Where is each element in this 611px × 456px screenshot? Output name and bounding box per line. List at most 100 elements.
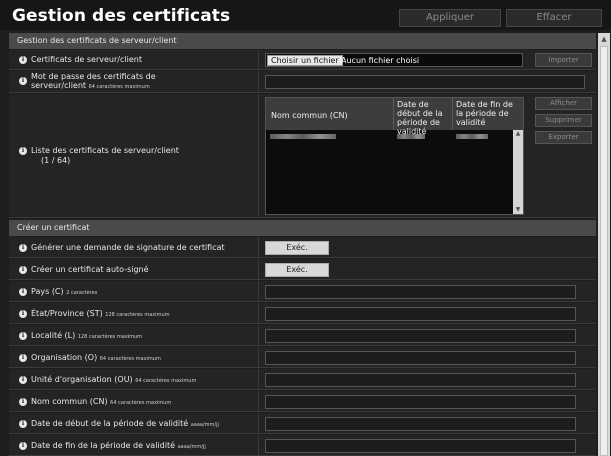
common-name-input[interactable]: [265, 395, 576, 409]
row-label-cell: i Organisation (O) 64 caractères maximum: [9, 347, 259, 367]
row-organization-unit: i Unité d'organisation (OU) 64 caractères…: [9, 369, 596, 390]
table-scrollbar[interactable]: ▲ ▼: [513, 130, 523, 214]
info-icon: i: [19, 419, 27, 428]
certificate-table: Nom commun (CN) Date de début de la péri…: [265, 97, 524, 215]
app-window: Gestion des certificats Appliquer Efface…: [0, 0, 611, 456]
apply-button[interactable]: Appliquer: [399, 9, 501, 27]
start-date-input[interactable]: [265, 417, 576, 431]
redacted-cn: [270, 134, 336, 139]
info-icon: i: [19, 287, 27, 296]
self-signed-label: Créer un certificat auto-signé: [31, 265, 149, 274]
redacted-end-date: [456, 134, 488, 139]
password-hint: 64 caractères maximum: [88, 84, 150, 90]
field-hint: 128 caractères maximum: [77, 334, 143, 340]
certificate-list-count: (1 / 64): [41, 156, 71, 165]
field-label: Date de fin de la période de validité: [31, 441, 176, 450]
page-title: Gestion des certificats: [12, 6, 231, 26]
certificates-label: Certificats de serveur/client: [31, 55, 142, 64]
field-label: Nom commun (CN): [31, 397, 108, 406]
field-hint: 64 caractères maximum: [110, 400, 172, 406]
field-label: Unité d'organisation (OU): [31, 375, 133, 384]
row-locality: i Localité (L) 128 caractères maximum: [9, 325, 596, 346]
field-hint: 2 caractères: [66, 290, 98, 296]
row-label-cell: i Mot de passe des certificats de serveu…: [9, 71, 259, 92]
password-input[interactable]: [265, 75, 585, 89]
row-label-cell: i État/Province (ST) 128 caractères maxim…: [9, 303, 259, 323]
row-label-cell: i Date de fin de la période de validité a…: [9, 435, 259, 455]
header-bar: Gestion des certificats Appliquer Efface…: [0, 0, 611, 30]
info-icon: i: [19, 441, 27, 450]
redacted-start-date: [397, 134, 425, 139]
certificate-list-label: Liste des certificats de serveur/client: [31, 146, 179, 155]
info-icon: i: [19, 243, 27, 252]
scroll-down-arrow-icon[interactable]: ▼: [513, 206, 523, 214]
row-country: i Pays (C) 2 caractères: [9, 281, 596, 302]
field-hint: aaaa/mm/jj: [177, 444, 206, 450]
row-label-cell: i Certificats de serveur/client: [9, 50, 259, 69]
import-button[interactable]: Importer: [535, 53, 592, 67]
self-signed-exec-button[interactable]: Exéc.: [265, 263, 329, 277]
row-common-name: i Nom commun (CN) 64 caractères maximum: [9, 391, 596, 412]
page-scrollbar[interactable]: ▲: [598, 33, 610, 456]
column-header-start-date[interactable]: Date de début de la période de validité: [394, 98, 453, 136]
export-button[interactable]: Exporter: [535, 131, 592, 144]
end-date-input[interactable]: [265, 439, 576, 453]
row-self-signed: i Créer un certificat auto-signé Exéc.: [9, 259, 596, 280]
clear-button[interactable]: Effacer: [506, 9, 602, 27]
scroll-up-arrow-icon[interactable]: ▲: [513, 130, 523, 138]
column-header-cn[interactable]: Nom commun (CN): [266, 98, 394, 130]
scrollbar-thumb[interactable]: [600, 46, 608, 456]
csr-label: Générer une demande de signature de cert…: [31, 243, 225, 252]
info-icon: i: [19, 309, 27, 318]
row-label-cell: i Liste des certificats de serveur/clien…: [9, 94, 259, 217]
section-header-create-certificate: Créer un certificat: [9, 220, 596, 236]
field-hint: 64 caractères maximum: [135, 378, 197, 384]
organization-unit-input[interactable]: [265, 373, 576, 387]
row-label-cell: i Date de début de la période de validité…: [9, 413, 259, 433]
column-header-end-date[interactable]: Date de fin de la période de validité: [453, 98, 523, 130]
field-hint: 64 caractères maximum: [99, 356, 161, 362]
section-header-server-client: Gestion des certificats de serveur/clien…: [9, 33, 596, 49]
row-end-date: i Date de fin de la période de validité a…: [9, 435, 596, 456]
row-password: i Mot de passe des certificats de serveu…: [9, 71, 596, 93]
row-label-cell: i Créer un certificat auto-signé: [9, 259, 259, 279]
csr-exec-button[interactable]: Exéc.: [265, 241, 329, 255]
field-hint: 128 caractères maximum: [105, 312, 170, 318]
table-row[interactable]: [266, 131, 512, 143]
field-label: Localité (L): [31, 331, 76, 340]
settings-panel: Gestion des certificats de serveur/clien…: [9, 33, 596, 456]
file-status-text: Aucun fichier choisi: [341, 56, 420, 65]
row-organization: i Organisation (O) 64 caractères maximum: [9, 347, 596, 368]
info-icon: i: [19, 147, 27, 155]
row-label-cell: i Unité d'organisation (OU) 64 caractères…: [9, 369, 259, 389]
choose-file-button[interactable]: Choisir un fichier: [267, 55, 343, 66]
row-state: i État/Province (ST) 128 caractères maxim…: [9, 303, 596, 324]
file-chooser[interactable]: Choisir un fichier Aucun fichier choisi: [265, 53, 523, 67]
info-icon: i: [19, 265, 27, 274]
country-input[interactable]: [265, 285, 576, 299]
field-label: Organisation (O): [31, 353, 98, 362]
field-label: État/Province (ST): [31, 309, 103, 318]
row-label-cell: i Générer une demande de signature de cer…: [9, 237, 259, 257]
password-label-line2: serveur/client: [31, 81, 87, 90]
scroll-up-arrow-icon[interactable]: ▲: [598, 33, 610, 45]
info-icon: i: [19, 375, 27, 384]
locality-input[interactable]: [265, 329, 576, 343]
delete-button[interactable]: Supprimer: [535, 114, 592, 127]
row-certificate-list: i Liste des certificats de serveur/clien…: [9, 94, 596, 218]
row-start-date: i Date de début de la période de validité…: [9, 413, 596, 434]
info-icon: i: [19, 397, 27, 406]
organization-input[interactable]: [265, 351, 576, 365]
password-label-line1: Mot de passe des certificats de: [31, 72, 156, 81]
field-hint: aaaa/mm/jj: [190, 422, 219, 428]
info-icon: i: [19, 353, 27, 362]
state-input[interactable]: [265, 307, 576, 321]
info-icon: i: [19, 331, 27, 340]
row-csr: i Générer une demande de signature de cer…: [9, 237, 596, 258]
show-button[interactable]: Afficher: [535, 97, 592, 110]
row-certificates: i Certificats de serveur/client Choisir u…: [9, 50, 596, 70]
row-label-cell: i Pays (C) 2 caractères: [9, 281, 259, 301]
field-label: Pays (C): [31, 287, 64, 296]
table-header: Nom commun (CN) Date de début de la péri…: [266, 98, 523, 136]
info-icon: i: [19, 77, 27, 85]
